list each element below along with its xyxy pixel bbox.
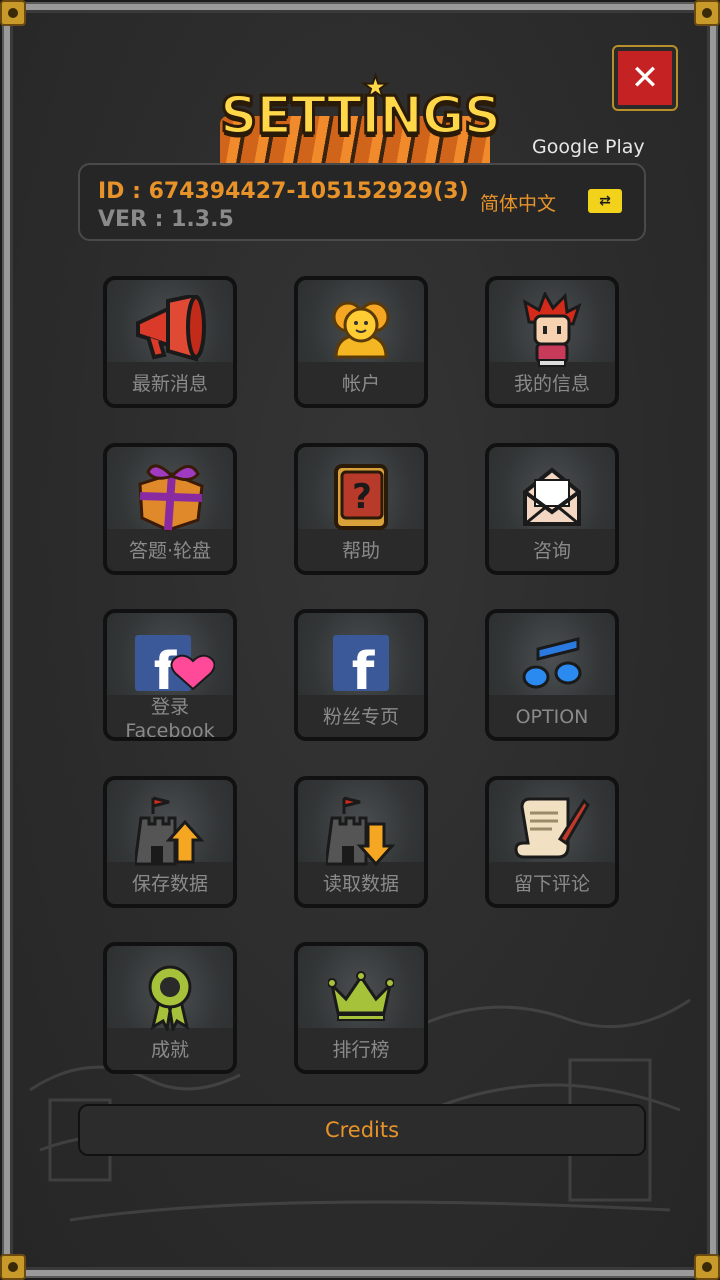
crown-icon [298,958,424,1034]
tile-leaderboard[interactable]: 排行榜 [294,942,428,1074]
tile-label: 留下评论 [513,873,590,895]
tile-news[interactable]: 最新消息 [103,276,237,408]
frame-corner-bottom-right [694,1254,720,1280]
tile-account[interactable]: 帐户 [294,276,428,408]
page-title: SETTINGS [218,85,502,148]
credits-button[interactable]: Credits [78,1104,646,1156]
close-icon: ✕ [630,58,660,98]
facebook-heart-icon: f [107,625,233,701]
user-id-text: ID : 674394427-105152929(3) [98,179,469,204]
close-button[interactable]: ✕ [612,45,678,111]
frame-corner-top-left [0,0,26,26]
language-switch-icon[interactable]: ⇄ [588,189,622,213]
tile-label: 读取数据 [322,873,399,895]
tile-label: 咨询 [532,540,571,562]
castle-upload-icon [107,792,233,868]
facebook-icon: f [298,625,424,701]
tile-fan-page[interactable]: f 粉丝专页 [294,609,428,741]
help-book-icon: ? [298,459,424,535]
tile-label: 登录 Facebook [125,696,215,741]
tile-label: 最新消息 [131,373,208,395]
tile-quiz-roulette[interactable]: 答题·轮盘 [103,443,237,575]
music-note-icon [489,625,615,701]
tile-label: 排行榜 [332,1039,390,1061]
tile-label: 保存数据 [131,873,208,895]
svg-text:?: ? [352,477,372,517]
tile-label: 成就 [150,1039,189,1061]
character-icon [489,292,615,368]
tile-option[interactable]: OPTION [485,609,619,741]
tile-label: OPTION [515,706,589,728]
castle-download-icon [298,792,424,868]
envelope-icon [489,459,615,535]
tile-label: 帮助 [341,540,380,562]
medal-icon [107,958,233,1034]
language-selector[interactable]: 简体中文 [480,189,556,216]
tile-label: 帐户 [341,373,380,395]
tile-label: 我的信息 [513,373,590,395]
tile-load-data[interactable]: 读取数据 [294,776,428,908]
tile-facebook-login[interactable]: f 登录 Facebook [103,609,237,741]
tile-help[interactable]: ? 帮助 [294,443,428,575]
gift-box-icon [107,459,233,535]
tile-my-info[interactable]: 我的信息 [485,276,619,408]
megaphone-icon [107,292,233,368]
tile-save-data[interactable]: 保存数据 [103,776,237,908]
store-label: Google Play [532,136,645,158]
tile-review[interactable]: 留下评论 [485,776,619,908]
account-info-panel: ID : 674394427-105152929(3) VER : 1.3.5 … [78,163,646,241]
version-text: VER : 1.3.5 [98,207,234,232]
scroll-quill-icon [489,792,615,868]
account-icon [298,292,424,368]
settings-title-logo: ★ SETTINGS [200,66,520,166]
tile-achievements[interactable]: 成就 [103,942,237,1074]
tile-label: 粉丝专页 [322,706,399,728]
tile-label: 答题·轮盘 [128,540,212,562]
frame-corner-bottom-left [0,1254,26,1280]
tile-inquiry[interactable]: 咨询 [485,443,619,575]
frame-corner-top-right [694,0,720,26]
svg-text:f: f [352,642,376,693]
